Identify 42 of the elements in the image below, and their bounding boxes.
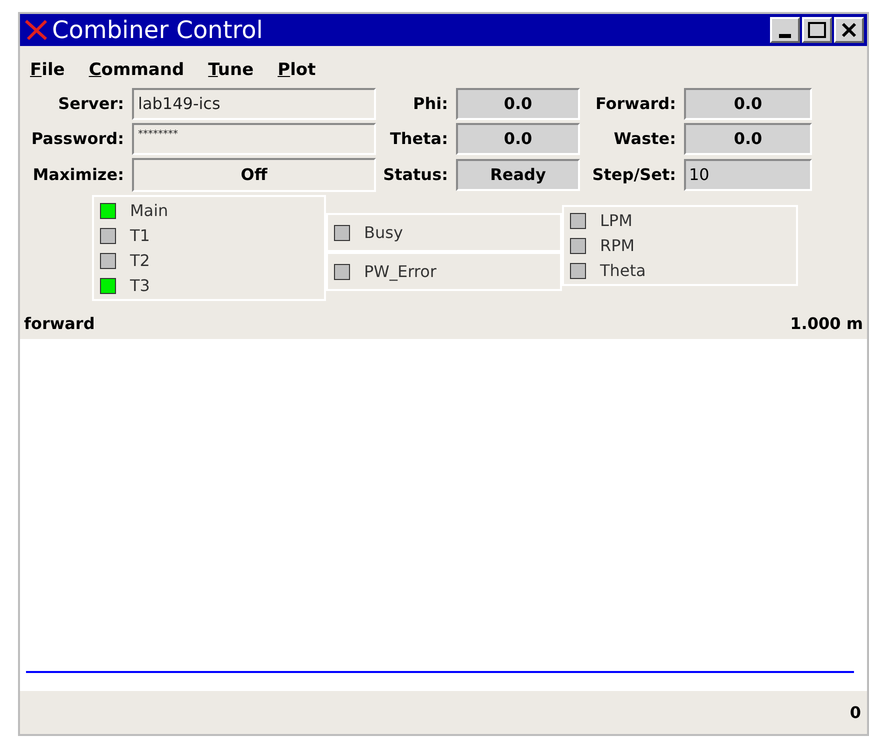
indicator-label: T3 xyxy=(130,274,150,296)
readout-field: 0.0 xyxy=(456,88,580,120)
indicator-label: T1 xyxy=(130,224,150,246)
field-label: Phi: xyxy=(412,93,449,115)
server-field[interactable]: lab149-ics xyxy=(132,88,376,120)
field-label: Status: xyxy=(382,164,449,186)
field-label: Password: xyxy=(30,128,125,150)
readout-field: 0.0 xyxy=(684,88,812,120)
scale-label: 0 xyxy=(850,702,861,724)
scale-label: 1.000 m xyxy=(790,313,863,335)
maximize-button[interactable] xyxy=(802,17,832,43)
indicator-label: T2 xyxy=(130,250,150,272)
indicator-label: Main xyxy=(130,200,168,222)
menu-item[interactable]: Plot xyxy=(278,56,316,86)
password-field[interactable]: ******** xyxy=(132,123,376,155)
close-button[interactable] xyxy=(834,17,864,43)
indicator-label: Theta xyxy=(600,260,646,282)
field-label: Server: xyxy=(57,93,125,115)
field-label: Forward: xyxy=(594,93,677,115)
indicator-label: Busy xyxy=(364,222,403,244)
readout-field: 0.0 xyxy=(684,123,812,155)
trace-label: forward xyxy=(24,313,95,335)
menu-item[interactable]: Tune xyxy=(208,56,254,86)
readout-field: 0.0 xyxy=(456,123,580,155)
field-label: Theta: xyxy=(389,128,449,150)
indicator-label: PW_Error xyxy=(364,260,436,283)
maximize-icon xyxy=(808,22,826,38)
indicator-label: RPM xyxy=(600,234,635,256)
menu-item[interactable]: File xyxy=(30,56,65,86)
window-title: Combiner Control xyxy=(52,18,263,42)
minimize-icon xyxy=(779,34,791,38)
field-label: Step/Set: xyxy=(591,164,677,186)
field-label: Maximize: xyxy=(32,164,125,186)
close-icon xyxy=(841,22,857,38)
field-label: Waste: xyxy=(612,128,677,150)
menu-item[interactable]: Command xyxy=(88,56,184,86)
minimize-button[interactable] xyxy=(770,17,800,43)
x-logo-icon xyxy=(24,19,50,41)
readout-field: Ready xyxy=(456,159,580,191)
step-field[interactable]: 10 xyxy=(684,159,812,191)
indicator-label: LPM xyxy=(600,210,632,232)
toggle-field[interactable]: Off xyxy=(132,158,376,192)
